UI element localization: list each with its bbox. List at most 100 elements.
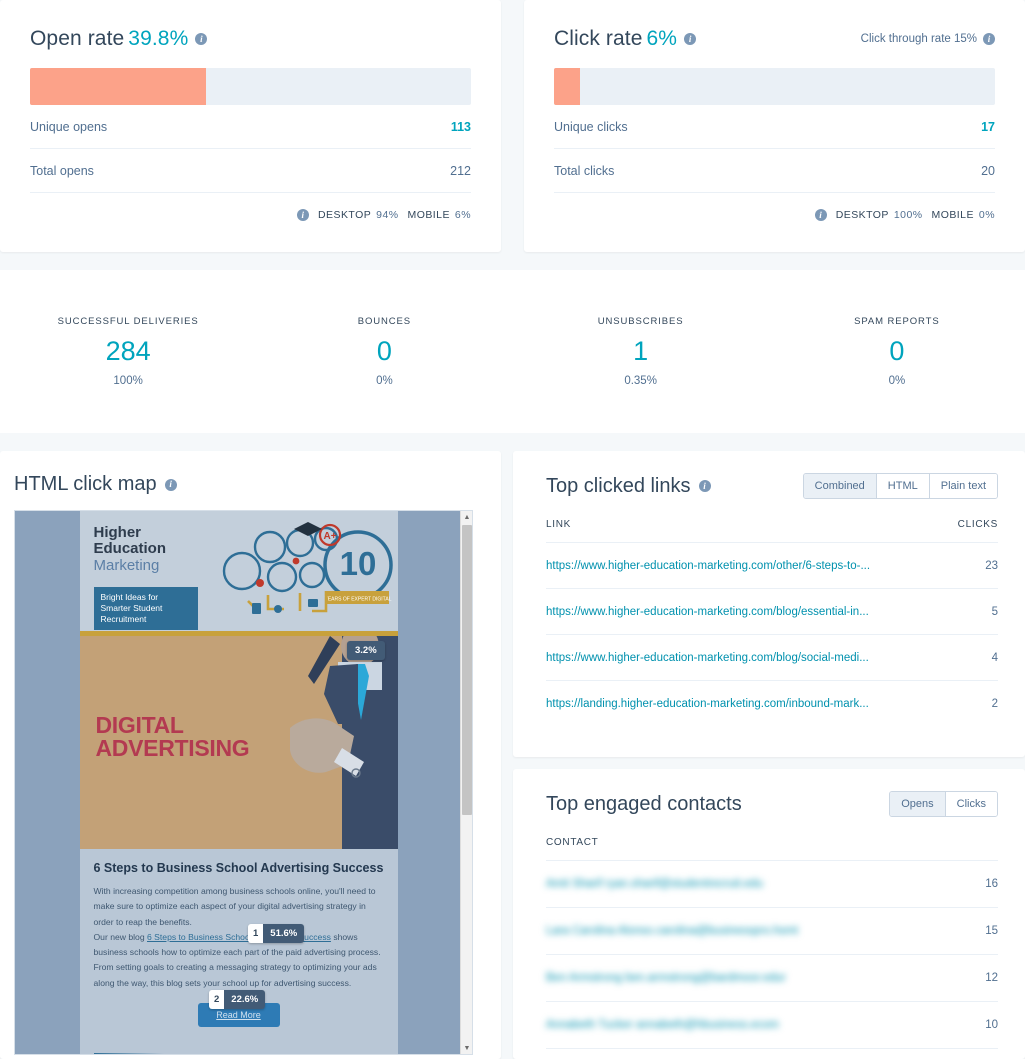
contact-name[interactable]: Annabeth Tucker annabeth@hbusiness.ecom [546,1019,779,1031]
contact-name[interactable]: Lara Carolina Alonso.carolina@businesspr… [546,925,798,937]
info-icon[interactable]: i [164,478,177,491]
tab-combined[interactable]: Combined [803,474,877,498]
list-item[interactable]: Ben Armstrong ben.armstrong@bardmoor.edu… [546,955,998,1002]
click-rate-bar-track [554,68,995,105]
hero-line-2: ADVERTISING [95,735,250,762]
click-rate-label: Click rate [554,27,643,50]
summary-value: 0 [889,336,905,367]
table-row[interactable]: https://www.higher-education-marketing.c… [546,589,998,635]
unique-opens-label: Unique opens [30,119,108,134]
businessman-illustration [289,636,398,849]
contact-count: 10 [985,1019,998,1031]
unique-clicks-label: Unique clicks [554,119,628,134]
click-desktop-value: 100% [893,209,923,221]
click-rate-card: Click rate 6% i Click through rate 15% i … [524,0,1025,252]
link-url[interactable]: https://landing.higher-education-marketi… [546,698,869,710]
contact-name[interactable]: Ben Armstrong ben.armstrong@bardmoor.edu… [546,972,786,984]
link-clicks: 2 [991,698,998,710]
click-mobile-label: MOBILE [931,209,974,221]
contact-count: 15 [985,925,998,937]
click-mobile-stat: MOBILE 0% [932,209,995,221]
total-opens-row: Total opens 212 [30,149,471,193]
html-click-map-card: HTML click map i Higher Education Market… [0,451,501,1059]
scroll-up-icon[interactable]: ▲ [461,511,472,523]
scroll-down-icon[interactable]: ▼ [461,1042,472,1054]
rate-cards-row: Open rate 39.8% i Unique opens 113 Total … [0,0,1025,252]
top-contacts-title: Top engaged contacts [546,792,742,815]
footer-heading: Free Paid Advertising [214,1052,337,1054]
contact-count: 12 [985,972,998,984]
click-map-badge-1[interactable]: 1 51.6% [248,924,305,943]
top-contacts-header: Top engaged contacts Opens Clicks [546,791,998,817]
email-hero: DIGITAL ADVERTISING [79,636,398,849]
click-map-scrollbar[interactable]: ▲ ▼ [460,511,472,1054]
top-links-title-wrap: Top clicked links i [546,475,711,498]
unique-clicks-row: Unique clicks 17 [554,105,995,149]
click-rate-bar-fill [554,68,581,105]
email-tagline: Bright Ideas for Smarter Student Recruit… [93,587,198,630]
email-body-wrapper: Higher Education Marketing Bright Ideas … [79,511,398,1054]
summary-successful-deliveries: SUCCESSFUL DELIVERIES 284 100% [0,316,256,386]
badge-percent: 3.2% [347,641,385,660]
open-rate-bar-track [30,68,471,105]
summary-value: 1 [633,336,649,367]
click-rate-header: Click rate 6% i Click through rate 15% i [554,26,995,52]
logo-line-3: Marketing [93,557,160,575]
list-item[interactable]: Annabeth Tucker annabeth@hbusiness.ecom … [546,1002,998,1049]
delivery-summary-row: SUCCESSFUL DELIVERIES 284 100% BOUNCES 0… [0,270,1025,433]
summary-value: 284 [105,336,151,367]
open-mobile-stat: MOBILE 6% [408,209,471,221]
summary-label: UNSUBSCRIBES [597,316,684,328]
click-map-viewport[interactable]: Higher Education Marketing Bright Ideas … [14,510,473,1055]
tab-html[interactable]: HTML [876,474,930,498]
open-desktop-label: DESKTOP [318,209,372,221]
click-map-badge-hero[interactable]: 3.2% [347,641,385,660]
summary-spam-reports: SPAM REPORTS 0 0% [769,316,1025,386]
device-info-icon[interactable]: i [814,209,827,221]
summary-sub: 0% [888,374,906,387]
open-device-breakdown: i DESKTOP 94% MOBILE 6% [30,193,471,237]
table-row[interactable]: https://www.higher-education-marketing.c… [546,635,998,681]
info-icon[interactable]: i [684,33,697,45]
tab-plain-text[interactable]: Plain text [929,474,997,498]
link-url[interactable]: https://www.higher-education-marketing.c… [546,606,869,618]
column-link: LINK [546,519,572,530]
email-footer: Free Paid Advertising [79,1043,398,1054]
email-body: 6 Steps to Business School Advertising S… [79,849,398,1044]
contact-count: 16 [985,878,998,890]
scrollbar-thumb[interactable] [462,525,472,815]
link-url[interactable]: https://www.higher-education-marketing.c… [546,560,870,572]
open-rate-card: Open rate 39.8% i Unique opens 113 Total … [0,0,501,252]
contact-name[interactable]: Amit Sharif ryan.sharif@studentrecruit.e… [546,878,763,890]
email-body-heading: 6 Steps to Business School Advertising S… [93,861,384,875]
badge-number: 1 [248,924,264,943]
tab-opens[interactable]: Opens [890,792,946,816]
open-rate-title-wrap: Open rate 39.8% i [30,27,208,51]
device-info-icon[interactable]: i [297,209,310,221]
list-item[interactable]: Amit Sharif ryan.sharif@studentrecruit.e… [546,861,998,908]
info-icon[interactable]: i [983,33,995,45]
badge-number: 2 [209,990,225,1009]
click-through-rate-wrap: Click through rate 15% i [861,33,995,45]
total-opens-value: 212 [450,163,471,178]
table-row[interactable]: https://www.higher-education-marketing.c… [546,543,998,589]
total-opens-label: Total opens [30,163,94,178]
click-map-badge-2[interactable]: 2 22.6% [209,990,266,1009]
tab-clicks[interactable]: Clicks [945,792,997,816]
info-icon[interactable]: i [698,480,711,492]
badge-percent: 51.6% [263,924,305,943]
list-item[interactable]: Lara Carolina Alonso.carolina@businesspr… [546,908,998,955]
link-url[interactable]: https://www.higher-education-marketing.c… [546,652,869,664]
top-contacts-title-wrap: Top engaged contacts [546,793,742,816]
column-clicks: CLICKS [957,519,998,530]
open-desktop-value: 94% [376,209,399,221]
click-device-breakdown: i DESKTOP 100% MOBILE 0% [554,193,995,237]
logo-line-2: Education [93,540,167,558]
column-contact: CONTACT [546,837,599,848]
open-mobile-value: 6% [454,209,471,221]
email-logo: Higher Education Marketing [93,524,167,575]
table-row[interactable]: https://landing.higher-education-marketi… [546,681,998,727]
total-clicks-label: Total clicks [554,163,615,178]
body-p2-pre: Our new blog [93,931,148,942]
info-icon[interactable]: i [195,33,208,45]
